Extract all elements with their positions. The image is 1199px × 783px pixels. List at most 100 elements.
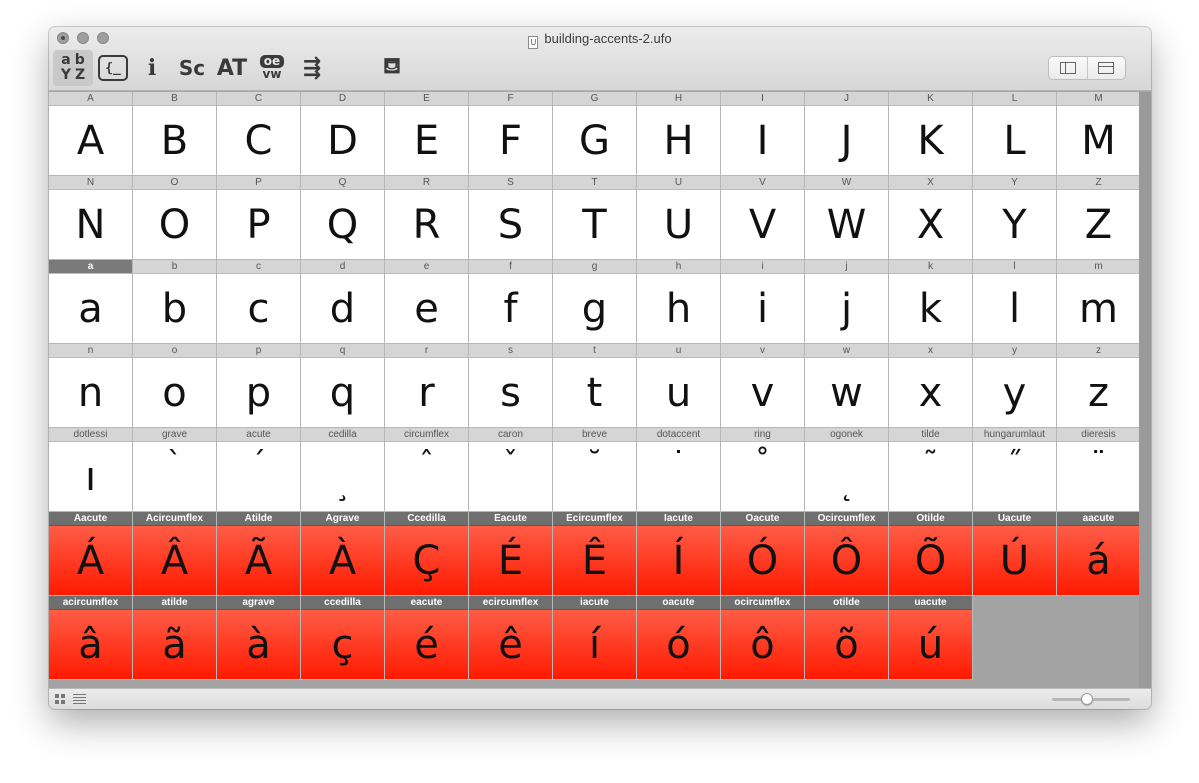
glyph-cell-Z[interactable]: ZZ <box>1057 176 1141 260</box>
glyph-cell-J[interactable]: JJ <box>805 92 889 176</box>
glyph-cell-A[interactable]: AA <box>49 92 133 176</box>
glyph-cell-K[interactable]: KK <box>889 92 973 176</box>
glyph-cell-M[interactable]: MM <box>1057 92 1141 176</box>
glyph-cell-U[interactable]: UU <box>637 176 721 260</box>
glyph-cell-tilde[interactable]: tilde ˜ <box>889 428 973 512</box>
glyph-cell-u[interactable]: uu <box>637 344 721 428</box>
glyph-cell-W[interactable]: WW <box>805 176 889 260</box>
glyph-cell-T[interactable]: TT <box>553 176 637 260</box>
glyph-cell-oacute[interactable]: oacute ó <box>637 596 721 680</box>
glyph-cell-C[interactable]: CC <box>217 92 301 176</box>
glyph-cell-iacute[interactable]: iacute í <box>553 596 637 680</box>
glyph-cell-E[interactable]: EE <box>385 92 469 176</box>
glyph-cell-o[interactable]: oo <box>133 344 217 428</box>
vertical-scrollbar[interactable] <box>1139 92 1151 688</box>
features-button[interactable]: oe vw <box>257 50 287 86</box>
glyph-cell-grave[interactable]: grave ` <box>133 428 217 512</box>
glyph-cell-n[interactable]: nn <box>49 344 133 428</box>
glyph-cell-c[interactable]: cc <box>217 260 301 344</box>
glyph-cell-Y[interactable]: YY <box>973 176 1057 260</box>
grid-view-icon[interactable] <box>55 694 65 704</box>
glyph-cell-circumflex[interactable]: circumflex ˆ <box>385 428 469 512</box>
glyph-cell-G[interactable]: GG <box>553 92 637 176</box>
glyph-cell-i[interactable]: ii <box>721 260 805 344</box>
glyph-cell-v[interactable]: vv <box>721 344 805 428</box>
glyph-cell-uacute[interactable]: uacute ú <box>889 596 973 680</box>
glyph-cell-Ecircumflex[interactable]: Ecircumflex Ê <box>553 512 637 596</box>
glyph-cell-Iacute[interactable]: Iacute Í <box>637 512 721 596</box>
glyph-cell-w[interactable]: ww <box>805 344 889 428</box>
glyph-cell-t[interactable]: tt <box>553 344 637 428</box>
list-view-icon[interactable] <box>73 694 86 704</box>
glyph-cell-dotlessi[interactable]: dotlessi ı <box>49 428 133 512</box>
glyph-cell-D[interactable]: DD <box>301 92 385 176</box>
glyph-cell-O[interactable]: OO <box>133 176 217 260</box>
glyph-cell-F[interactable]: FF <box>469 92 553 176</box>
glyph-cell-j[interactable]: jj <box>805 260 889 344</box>
glyph-cell-x[interactable]: xx <box>889 344 973 428</box>
glyph-cell-R[interactable]: RR <box>385 176 469 260</box>
glyph-cell-ring[interactable]: ring ˚ <box>721 428 805 512</box>
sidebar-top-button[interactable] <box>1086 57 1126 79</box>
glyph-cell-h[interactable]: hh <box>637 260 721 344</box>
glyph-cell-acute[interactable]: acute ´ <box>217 428 301 512</box>
glyph-cell-q[interactable]: qq <box>301 344 385 428</box>
glyph-cell-p[interactable]: pp <box>217 344 301 428</box>
glyph-cell-Oacute[interactable]: Oacute Ó <box>721 512 805 596</box>
glyph-cell-ecircumflex[interactable]: ecircumflex ê <box>469 596 553 680</box>
glyph-cell-I[interactable]: II <box>721 92 805 176</box>
kerning-button[interactable]: AT <box>215 50 249 86</box>
glyph-cell-dieresis[interactable]: dieresis ¨ <box>1057 428 1141 512</box>
glyph-cell-Uacute[interactable]: Uacute Ú <box>973 512 1057 596</box>
glyph-cell-y[interactable]: yy <box>973 344 1057 428</box>
glyph-cell-Acircumflex[interactable]: Acircumflex Â <box>133 512 217 596</box>
glyph-cell-Eacute[interactable]: Eacute É <box>469 512 553 596</box>
sort-glyphs-button[interactable]: ab YZ <box>53 50 93 86</box>
glyph-cell-H[interactable]: HH <box>637 92 721 176</box>
glyph-cell-B[interactable]: BB <box>133 92 217 176</box>
glyph-cell-Q[interactable]: QQ <box>301 176 385 260</box>
glyph-cell-N[interactable]: NN <box>49 176 133 260</box>
glyph-cell-acircumflex[interactable]: acircumflex â <box>49 596 133 680</box>
glyph-cell-hungarumlaut[interactable]: hungarumlaut ˝ <box>973 428 1057 512</box>
space-center-button[interactable]: ⇶ <box>295 50 329 86</box>
glyph-cell-s[interactable]: ss <box>469 344 553 428</box>
glyph-cell-aacute[interactable]: aacute á <box>1057 512 1141 596</box>
glyph-cell-z[interactable]: zz <box>1057 344 1141 428</box>
glyph-cell-l[interactable]: ll <box>973 260 1057 344</box>
smallcaps-button[interactable]: Sc <box>177 50 207 86</box>
glyph-cell-cedilla[interactable]: cedilla ¸ <box>301 428 385 512</box>
glyph-cell-atilde[interactable]: atilde ã <box>133 596 217 680</box>
glyph-cell-Aacute[interactable]: Aacute Á <box>49 512 133 596</box>
glyph-cell-ogonek[interactable]: ogonek ˛ <box>805 428 889 512</box>
glyph-cell-a[interactable]: aa <box>49 260 133 344</box>
glyph-cell-Atilde[interactable]: Atilde Ã <box>217 512 301 596</box>
glyph-cell-otilde[interactable]: otilde õ <box>805 596 889 680</box>
glyph-cell-b[interactable]: bb <box>133 260 217 344</box>
mark-color-button[interactable]: ⛾ <box>377 50 407 86</box>
glyph-cell-Ocircumflex[interactable]: Ocircumflex Ô <box>805 512 889 596</box>
glyph-cell-dotaccent[interactable]: dotaccent ˙ <box>637 428 721 512</box>
glyph-cell-P[interactable]: PP <box>217 176 301 260</box>
glyph-info-button[interactable]: i <box>139 50 165 86</box>
glyph-cell-ocircumflex[interactable]: ocircumflex ô <box>721 596 805 680</box>
scripting-window-button[interactable]: {_ <box>97 50 129 86</box>
glyph-cell-Ccedilla[interactable]: Ccedilla Ç <box>385 512 469 596</box>
glyph-cell-S[interactable]: SS <box>469 176 553 260</box>
glyph-cell-Agrave[interactable]: Agrave À <box>301 512 385 596</box>
glyph-cell-f[interactable]: ff <box>469 260 553 344</box>
sidebar-left-button[interactable] <box>1049 57 1087 79</box>
glyph-cell-agrave[interactable]: agrave à <box>217 596 301 680</box>
glyph-cell-m[interactable]: mm <box>1057 260 1141 344</box>
glyph-cell-caron[interactable]: caron ˇ <box>469 428 553 512</box>
glyph-cell-L[interactable]: LL <box>973 92 1057 176</box>
glyph-cell-d[interactable]: dd <box>301 260 385 344</box>
glyph-cell-Otilde[interactable]: Otilde Õ <box>889 512 973 596</box>
glyph-cell-g[interactable]: gg <box>553 260 637 344</box>
glyph-cell-V[interactable]: VV <box>721 176 805 260</box>
glyph-cell-e[interactable]: ee <box>385 260 469 344</box>
glyph-cell-X[interactable]: XX <box>889 176 973 260</box>
glyph-cell-eacute[interactable]: eacute é <box>385 596 469 680</box>
glyph-cell-breve[interactable]: breve ˘ <box>553 428 637 512</box>
zoom-slider-knob[interactable] <box>1081 693 1094 705</box>
